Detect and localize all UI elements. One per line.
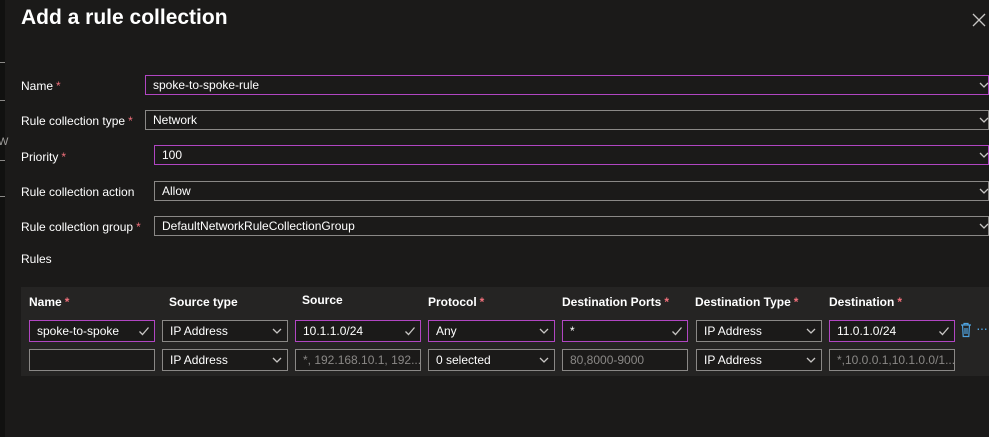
panel-title: Add a rule collection [21, 6, 228, 29]
destination-value: 11.0.1.0/24 [837, 324, 897, 338]
destination-ports-value: * [570, 324, 575, 338]
required-marker: * [128, 114, 133, 128]
chevron-down-icon [979, 223, 989, 229]
priority-input[interactable]: 100 [154, 145, 989, 165]
action-label: Rule collection action [21, 185, 135, 199]
chevron-down-icon [539, 328, 549, 334]
type-value: Network [153, 113, 198, 127]
rule-name-input[interactable] [29, 349, 155, 371]
chevron-down-icon [979, 188, 989, 194]
column-header-source-type: Source type [169, 295, 238, 309]
name-value: spoke-to-spoke-rule [153, 78, 260, 92]
column-header-destination-ports: Destination Ports * [562, 295, 670, 309]
checkmark-icon [672, 327, 682, 336]
required-marker: * [56, 79, 61, 93]
column-header-destination-type: Destination Type * [695, 295, 799, 309]
edge-divider [0, 62, 5, 63]
priority-value: 100 [162, 148, 183, 162]
source-type-value: IP Address [170, 324, 228, 338]
required-marker: * [793, 295, 799, 309]
source-type-value: IP Address [170, 353, 228, 367]
edge-glyph: W [0, 136, 9, 148]
type-label: Rule collection type * [21, 114, 133, 128]
checkmark-icon [405, 327, 415, 336]
chevron-down-icon [272, 357, 282, 363]
required-marker: * [664, 295, 670, 309]
trash-icon[interactable] [960, 322, 972, 338]
destination-type-select[interactable]: IP Address [696, 320, 822, 342]
name-label: Name * [21, 79, 61, 93]
rule-collection-type-select[interactable]: Network [145, 110, 989, 130]
chevron-down-icon [272, 328, 282, 334]
destination-input[interactable]: 11.0.1.0/24 [829, 320, 955, 342]
source-input[interactable]: 10.1.1.0/24 [295, 320, 421, 342]
edge-divider [0, 160, 5, 161]
destination-placeholder: *,10.0.0.1,10.1.0.0/1... [837, 353, 955, 367]
background-panel-edge: W [0, 0, 9, 437]
chevron-down-icon [806, 357, 816, 363]
protocol-value: 0 selected [436, 353, 491, 367]
destination-ports-input[interactable]: 80,8000-9000 [562, 349, 688, 371]
destination-type-value: IP Address [704, 324, 762, 338]
edge-divider [0, 100, 5, 101]
column-header-name: Name * [29, 295, 70, 309]
protocol-select[interactable]: 0 selected [428, 349, 555, 371]
destination-type-value: IP Address [704, 353, 762, 367]
column-header-destination: Destination * [829, 295, 903, 309]
destination-type-select[interactable]: IP Address [696, 349, 822, 371]
chevron-down-icon [806, 328, 816, 334]
rule-collection-group-select[interactable]: DefaultNetworkRuleCollectionGroup [154, 216, 989, 236]
checkmark-icon [939, 327, 949, 336]
ellipsis-icon[interactable]: ··· [976, 320, 988, 336]
required-marker: * [64, 295, 70, 309]
required-marker: * [136, 220, 141, 234]
protocol-value: Any [436, 324, 457, 338]
group-value: DefaultNetworkRuleCollectionGroup [162, 219, 355, 233]
close-button[interactable] [972, 9, 989, 29]
source-input[interactable]: *, 192.168.10.1, 192... [295, 349, 421, 371]
required-marker: * [61, 150, 67, 164]
destination-ports-placeholder: 80,8000-9000 [570, 353, 645, 367]
action-value: Allow [162, 184, 191, 198]
checkmark-icon [139, 327, 149, 336]
rule-name-value: spoke-to-spoke [37, 324, 120, 338]
rule-name-input[interactable]: spoke-to-spoke [29, 320, 155, 342]
rule-collection-action-select[interactable]: Allow [154, 181, 989, 201]
source-type-select[interactable]: IP Address [162, 320, 288, 342]
destination-input[interactable]: *,10.0.0.1,10.1.0.0/1... [829, 349, 955, 371]
priority-label: Priority * [21, 150, 67, 164]
protocol-select[interactable]: Any [428, 320, 555, 342]
chevron-down-icon [539, 357, 549, 363]
required-marker: * [479, 295, 485, 309]
edge-divider [0, 196, 5, 197]
close-icon [972, 13, 986, 27]
column-header-protocol: Protocol * [428, 295, 485, 309]
source-value: 10.1.1.0/24 [303, 324, 364, 338]
destination-ports-input[interactable]: * [562, 320, 688, 342]
name-input[interactable]: spoke-to-spoke-rule [145, 75, 989, 95]
rules-label: Rules [21, 252, 52, 266]
source-placeholder: *, 192.168.10.1, 192... [303, 353, 421, 367]
chevron-down-icon [979, 82, 989, 88]
chevron-down-icon [979, 117, 989, 123]
required-marker: * [897, 295, 903, 309]
chevron-down-icon [979, 152, 989, 158]
group-label: Rule collection group * [21, 220, 141, 234]
column-header-source: Source [302, 293, 343, 307]
source-type-select[interactable]: IP Address [162, 349, 288, 371]
